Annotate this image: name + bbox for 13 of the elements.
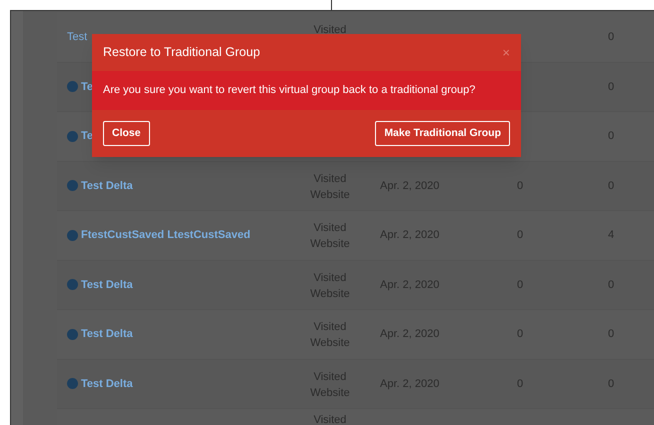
confirm-button[interactable]: Make Traditional Group [375, 121, 510, 146]
dialog-message: Are you sure you want to revert this virtual group back to a traditional group? [103, 83, 476, 98]
contact-name-link[interactable]: Te [81, 128, 94, 144]
contact-name-link[interactable]: Test Delta [81, 326, 133, 342]
contact-name: Test [67, 30, 88, 45]
contact-name-link[interactable]: FtestCustSaved LtestCustSaved [81, 227, 250, 244]
close-button[interactable]: Close [103, 121, 150, 146]
contact-name-link[interactable]: Test Delta [81, 376, 133, 392]
contact-name-link[interactable]: Test Delta [81, 178, 133, 194]
contact-name-link[interactable]: Te [81, 78, 94, 95]
contact-name-link[interactable]: Test Delta [81, 276, 133, 293]
dialog-title: Restore to Traditional Group [103, 44, 260, 62]
close-button[interactable]: × [502, 46, 510, 59]
